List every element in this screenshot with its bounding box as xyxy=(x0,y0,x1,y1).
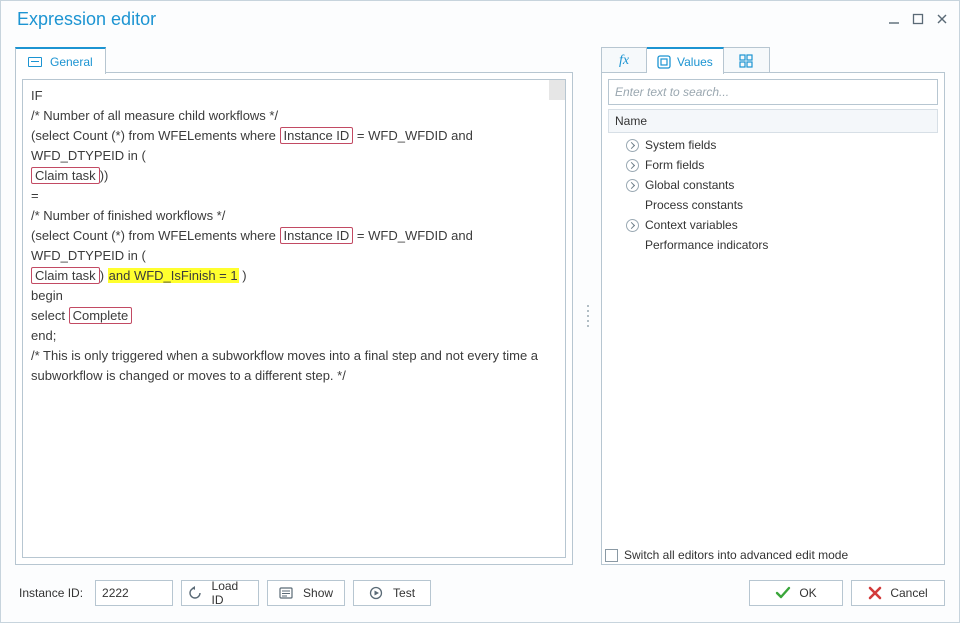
dialog-actions: OK Cancel xyxy=(749,580,945,606)
tree: System fields Form fields Global constan… xyxy=(608,135,938,255)
right-pane: fx Values xyxy=(601,45,945,608)
load-id-button[interactable]: Load ID xyxy=(181,580,259,606)
editor-line: /* This is only triggered when a subwork… xyxy=(31,346,541,386)
tree-item-performance-indicators[interactable]: Performance indicators xyxy=(608,235,938,255)
editor-line: end; xyxy=(31,326,557,346)
expand-icon[interactable] xyxy=(626,139,639,152)
instance-id-input[interactable]: 2222 xyxy=(95,580,173,606)
tab-objects[interactable] xyxy=(724,47,770,74)
editor-line: (select Count (*) from WFELements where … xyxy=(31,126,557,166)
instance-id-label: Instance ID: xyxy=(15,586,87,600)
tab-functions[interactable]: fx xyxy=(601,47,647,74)
editor-line: (select Count (*) from WFELements where … xyxy=(31,226,557,266)
window-controls xyxy=(887,12,949,26)
editor-line: /* Number of finished workflows */ xyxy=(31,206,557,226)
tab-general-label: General xyxy=(50,55,93,69)
tree-item-context-variables[interactable]: Context variables xyxy=(608,215,938,235)
titlebar: Expression editor xyxy=(1,1,959,37)
close-button[interactable] xyxy=(935,12,949,26)
left-footer: Instance ID: 2222 Load ID Show xyxy=(15,578,573,608)
left-tab-content: IF /* Number of all measure child workfl… xyxy=(15,72,573,565)
cross-icon xyxy=(868,586,882,600)
advanced-mode-checkbox-row[interactable]: Switch all editors into advanced edit mo… xyxy=(603,548,848,562)
minimize-button[interactable] xyxy=(887,12,901,26)
tag-instance-id[interactable]: Instance ID xyxy=(280,227,354,244)
highlight: and WFD_IsFinish = 1 xyxy=(108,268,239,283)
tree-item-process-constants[interactable]: Process constants xyxy=(608,195,938,215)
tag-claim-task[interactable]: Claim task xyxy=(31,267,100,284)
body: General IF /* Number of all measure chil… xyxy=(15,45,945,608)
cancel-button[interactable]: Cancel xyxy=(851,580,945,606)
tree-item-system-fields[interactable]: System fields xyxy=(608,135,938,155)
editor-line: IF xyxy=(31,86,557,106)
tag-complete[interactable]: Complete xyxy=(69,307,133,324)
editor-line: = xyxy=(31,186,557,206)
expression-editor-window: Expression editor General xyxy=(0,0,960,623)
maximize-button[interactable] xyxy=(911,12,925,26)
window-title: Expression editor xyxy=(17,9,156,30)
right-footer: Switch all editors into advanced edit mo… xyxy=(601,578,945,608)
form-icon xyxy=(28,57,42,67)
tag-claim-task[interactable]: Claim task xyxy=(31,167,100,184)
splitter-handle[interactable] xyxy=(585,305,591,327)
editor-line: begin xyxy=(31,286,557,306)
check-icon xyxy=(775,586,791,600)
scrollbar-thumb[interactable] xyxy=(549,80,565,100)
expand-icon[interactable] xyxy=(626,219,639,232)
values-icon xyxy=(657,55,671,69)
tree-item-form-fields[interactable]: Form fields xyxy=(608,155,938,175)
expand-icon[interactable] xyxy=(626,159,639,172)
checkbox-icon[interactable] xyxy=(605,549,618,562)
tree-header[interactable]: Name xyxy=(608,109,938,133)
left-tabstrip: General xyxy=(15,45,573,73)
editor-line: Claim task)) xyxy=(31,166,557,186)
play-icon xyxy=(369,586,383,600)
tag-instance-id[interactable]: Instance ID xyxy=(280,127,354,144)
right-tab-content: Enter text to search... Name System fiel… xyxy=(601,72,945,565)
right-tabstrip: fx Values xyxy=(601,45,945,73)
tab-general[interactable]: General xyxy=(15,47,106,74)
left-pane: General IF /* Number of all measure chil… xyxy=(15,45,573,608)
refresh-icon xyxy=(188,586,202,600)
tab-values[interactable]: Values xyxy=(647,47,724,74)
list-icon xyxy=(279,586,293,600)
test-button[interactable]: Test xyxy=(353,580,431,606)
search-input[interactable]: Enter text to search... xyxy=(608,79,938,105)
show-button[interactable]: Show xyxy=(267,580,345,606)
fx-icon: fx xyxy=(619,53,629,69)
advanced-mode-label: Switch all editors into advanced edit mo… xyxy=(624,548,848,562)
ok-button[interactable]: OK xyxy=(749,580,843,606)
editor-line: /* Number of all measure child workflows… xyxy=(31,106,557,126)
grid-icon xyxy=(739,54,753,68)
editor-line: select Complete xyxy=(31,306,557,326)
editor-line: Claim task) and WFD_IsFinish = 1 ) xyxy=(31,266,557,286)
expression-editor[interactable]: IF /* Number of all measure child workfl… xyxy=(22,79,566,558)
tree-item-global-constants[interactable]: Global constants xyxy=(608,175,938,195)
tab-values-label: Values xyxy=(677,55,713,69)
expand-icon[interactable] xyxy=(626,179,639,192)
